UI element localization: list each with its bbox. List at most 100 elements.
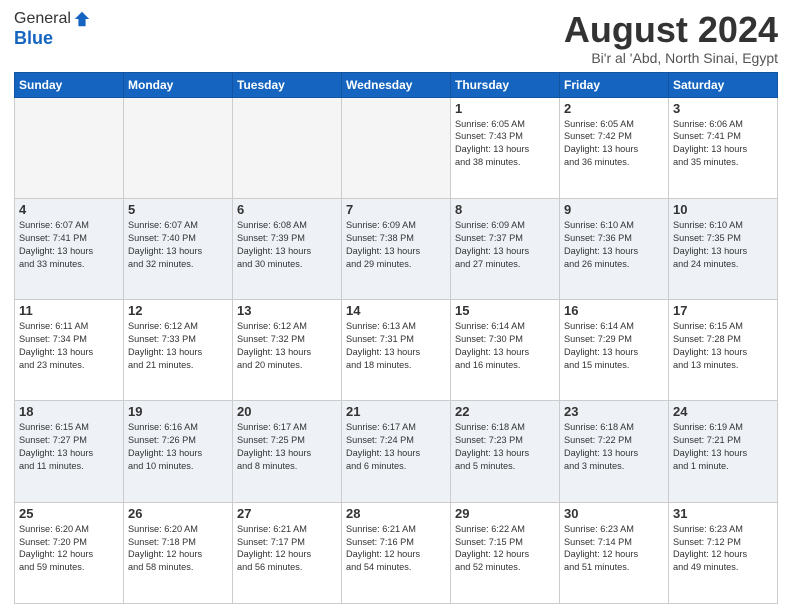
day-info: Sunrise: 6:09 AMSunset: 7:38 PMDaylight:…: [346, 219, 446, 271]
day-info: Sunrise: 6:19 AMSunset: 7:21 PMDaylight:…: [673, 421, 773, 473]
day-info: Sunrise: 6:10 AMSunset: 7:35 PMDaylight:…: [673, 219, 773, 271]
day-number: 31: [673, 506, 773, 521]
day-number: 30: [564, 506, 664, 521]
calendar-cell: 4Sunrise: 6:07 AMSunset: 7:41 PMDaylight…: [15, 198, 124, 299]
day-number: 15: [455, 303, 555, 318]
day-info: Sunrise: 6:11 AMSunset: 7:34 PMDaylight:…: [19, 320, 119, 372]
calendar-cell: [342, 97, 451, 198]
calendar-cell: 5Sunrise: 6:07 AMSunset: 7:40 PMDaylight…: [124, 198, 233, 299]
day-number: 11: [19, 303, 119, 318]
day-info: Sunrise: 6:18 AMSunset: 7:22 PMDaylight:…: [564, 421, 664, 473]
calendar-cell: [124, 97, 233, 198]
day-number: 14: [346, 303, 446, 318]
calendar-cell: 18Sunrise: 6:15 AMSunset: 7:27 PMDayligh…: [15, 401, 124, 502]
calendar-cell: 17 Sunrise: 6:15 AMSunset: 7:28 PMDayligh…: [669, 300, 778, 401]
calendar-cell: 20 Sunrise: 6:17 AMSunset: 7:25 PMDayligh…: [233, 401, 342, 502]
calendar-cell: 7 Sunrise: 6:09 AMSunset: 7:38 PMDaylight…: [342, 198, 451, 299]
day-info: Sunrise: 6:14 AMSunset: 7:30 PMDaylight:…: [455, 320, 555, 372]
day-info: Sunrise: 6:05 AMSunset: 7:43 PMDaylight:…: [455, 118, 555, 170]
day-info: Sunrise: 6:20 AMSunset: 7:20 PMDaylight:…: [19, 523, 119, 575]
calendar-week-row: 25 Sunrise: 6:20 AMSunset: 7:20 PMDayligh…: [15, 502, 778, 603]
calendar-week-row: 4Sunrise: 6:07 AMSunset: 7:41 PMDaylight…: [15, 198, 778, 299]
calendar-week-row: 1 Sunrise: 6:05 AMSunset: 7:43 PMDaylight…: [15, 97, 778, 198]
day-number: 10: [673, 202, 773, 217]
col-header-thursday: Thursday: [451, 72, 560, 97]
calendar-cell: 24 Sunrise: 6:19 AMSunset: 7:21 PMDayligh…: [669, 401, 778, 502]
month-title: August 2024: [564, 10, 778, 50]
day-number: 21: [346, 404, 446, 419]
day-info: Sunrise: 6:20 AMSunset: 7:18 PMDaylight:…: [128, 523, 228, 575]
day-info: Sunrise: 6:10 AMSunset: 7:36 PMDaylight:…: [564, 219, 664, 271]
calendar-cell: [15, 97, 124, 198]
logo-icon: [73, 10, 91, 28]
calendar-week-row: 11 Sunrise: 6:11 AMSunset: 7:34 PMDayligh…: [15, 300, 778, 401]
calendar-cell: 10 Sunrise: 6:10 AMSunset: 7:35 PMDayligh…: [669, 198, 778, 299]
day-info: Sunrise: 6:12 AMSunset: 7:32 PMDaylight:…: [237, 320, 337, 372]
day-number: 19: [128, 404, 228, 419]
day-number: 17: [673, 303, 773, 318]
calendar-cell: 31 Sunrise: 6:23 AMSunset: 7:12 PMDayligh…: [669, 502, 778, 603]
logo-blue-text: Blue: [14, 28, 53, 49]
logo: General Blue: [14, 10, 91, 49]
calendar-cell: 11 Sunrise: 6:11 AMSunset: 7:34 PMDayligh…: [15, 300, 124, 401]
day-info: Sunrise: 6:23 AMSunset: 7:12 PMDaylight:…: [673, 523, 773, 575]
col-header-monday: Monday: [124, 72, 233, 97]
calendar-cell: 21 Sunrise: 6:17 AMSunset: 7:24 PMDayligh…: [342, 401, 451, 502]
calendar-cell: 27 Sunrise: 6:21 AMSunset: 7:17 PMDayligh…: [233, 502, 342, 603]
day-number: 25: [19, 506, 119, 521]
day-info: Sunrise: 6:16 AMSunset: 7:26 PMDaylight:…: [128, 421, 228, 473]
calendar-cell: 19 Sunrise: 6:16 AMSunset: 7:26 PMDayligh…: [124, 401, 233, 502]
day-number: 22: [455, 404, 555, 419]
calendar-cell: 1 Sunrise: 6:05 AMSunset: 7:43 PMDaylight…: [451, 97, 560, 198]
day-info: Sunrise: 6:21 AMSunset: 7:17 PMDaylight:…: [237, 523, 337, 575]
calendar-cell: 8Sunrise: 6:09 AMSunset: 7:37 PMDaylight…: [451, 198, 560, 299]
day-info: Sunrise: 6:14 AMSunset: 7:29 PMDaylight:…: [564, 320, 664, 372]
page: General Blue August 2024 Bi'r al 'Abd, N…: [0, 0, 792, 612]
day-number: 1: [455, 101, 555, 116]
calendar-cell: [233, 97, 342, 198]
calendar-cell: 30 Sunrise: 6:23 AMSunset: 7:14 PMDayligh…: [560, 502, 669, 603]
day-info: Sunrise: 6:15 AMSunset: 7:28 PMDaylight:…: [673, 320, 773, 372]
calendar-table: SundayMondayTuesdayWednesdayThursdayFrid…: [14, 72, 778, 604]
location-subtitle: Bi'r al 'Abd, North Sinai, Egypt: [564, 50, 778, 66]
day-number: 2: [564, 101, 664, 116]
day-number: 16: [564, 303, 664, 318]
calendar-cell: 16 Sunrise: 6:14 AMSunset: 7:29 PMDayligh…: [560, 300, 669, 401]
day-number: 24: [673, 404, 773, 419]
calendar-cell: 23 Sunrise: 6:18 AMSunset: 7:22 PMDayligh…: [560, 401, 669, 502]
day-number: 27: [237, 506, 337, 521]
logo-general-text: General: [14, 10, 71, 28]
day-number: 7: [346, 202, 446, 217]
day-info: Sunrise: 6:23 AMSunset: 7:14 PMDaylight:…: [564, 523, 664, 575]
day-number: 6: [237, 202, 337, 217]
day-number: 8: [455, 202, 555, 217]
calendar-cell: 22Sunrise: 6:18 AMSunset: 7:23 PMDayligh…: [451, 401, 560, 502]
day-number: 23: [564, 404, 664, 419]
calendar-cell: 13Sunrise: 6:12 AMSunset: 7:32 PMDayligh…: [233, 300, 342, 401]
col-header-friday: Friday: [560, 72, 669, 97]
day-info: Sunrise: 6:07 AMSunset: 7:40 PMDaylight:…: [128, 219, 228, 271]
calendar-cell: 15 Sunrise: 6:14 AMSunset: 7:30 PMDayligh…: [451, 300, 560, 401]
col-header-wednesday: Wednesday: [342, 72, 451, 97]
day-info: Sunrise: 6:17 AMSunset: 7:25 PMDaylight:…: [237, 421, 337, 473]
calendar-cell: 2 Sunrise: 6:05 AMSunset: 7:42 PMDaylight…: [560, 97, 669, 198]
day-info: Sunrise: 6:22 AMSunset: 7:15 PMDaylight:…: [455, 523, 555, 575]
day-number: 9: [564, 202, 664, 217]
calendar-cell: 9 Sunrise: 6:10 AMSunset: 7:36 PMDaylight…: [560, 198, 669, 299]
day-number: 29: [455, 506, 555, 521]
day-info: Sunrise: 6:13 AMSunset: 7:31 PMDaylight:…: [346, 320, 446, 372]
calendar-cell: 12 Sunrise: 6:12 AMSunset: 7:33 PMDayligh…: [124, 300, 233, 401]
col-header-sunday: Sunday: [15, 72, 124, 97]
calendar-cell: 25 Sunrise: 6:20 AMSunset: 7:20 PMDayligh…: [15, 502, 124, 603]
day-info: Sunrise: 6:17 AMSunset: 7:24 PMDaylight:…: [346, 421, 446, 473]
calendar-cell: 26Sunrise: 6:20 AMSunset: 7:18 PMDayligh…: [124, 502, 233, 603]
day-number: 20: [237, 404, 337, 419]
day-number: 12: [128, 303, 228, 318]
day-info: Sunrise: 6:05 AMSunset: 7:42 PMDaylight:…: [564, 118, 664, 170]
day-info: Sunrise: 6:12 AMSunset: 7:33 PMDaylight:…: [128, 320, 228, 372]
day-info: Sunrise: 6:07 AMSunset: 7:41 PMDaylight:…: [19, 219, 119, 271]
day-info: Sunrise: 6:15 AMSunset: 7:27 PMDaylight:…: [19, 421, 119, 473]
day-number: 28: [346, 506, 446, 521]
day-number: 3: [673, 101, 773, 116]
calendar-week-row: 18Sunrise: 6:15 AMSunset: 7:27 PMDayligh…: [15, 401, 778, 502]
